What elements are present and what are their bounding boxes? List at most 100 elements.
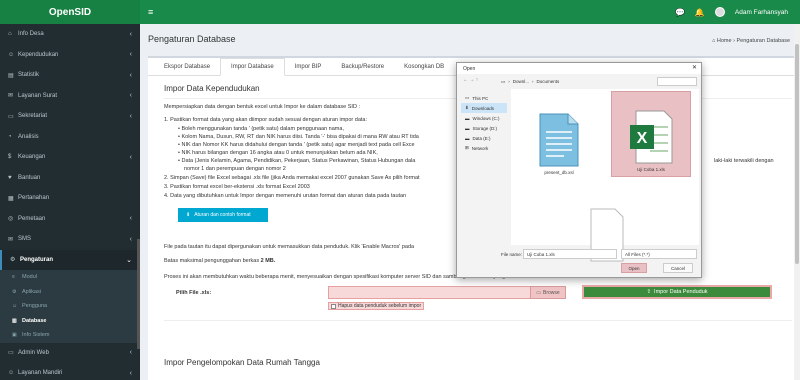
tab-backup-restore[interactable]: Backup/Restore	[331, 58, 394, 75]
breadcrumb-current: Pengaturan Database	[736, 38, 790, 44]
address-segment: ›	[508, 79, 510, 84]
gear-icon: ⚙	[10, 257, 16, 264]
file-tile-present-db[interactable]: present_db.xsl	[519, 93, 599, 179]
import-penduduk-button[interactable]: ⇪ Impor Data Penduduk	[582, 285, 772, 299]
tab-ekspor-database[interactable]: Ekspor Database	[154, 58, 220, 75]
menu-toggle-icon[interactable]: ≡	[148, 7, 153, 17]
address-segment[interactable]: Downl...	[513, 79, 529, 84]
sidebar-item-kependudukan[interactable]: ☺ Kependudukan ‹	[0, 45, 140, 66]
sidebar-item-layanan-mandiri[interactable]: ☺ Layanan Mandiri ‹	[0, 363, 140, 380]
sidebar-item-label: Bantuan	[18, 174, 41, 181]
dialog-nav-item[interactable]: ⊞ Network	[461, 143, 507, 153]
step-4-text: 4. Data yang dibutuhkan untuk Impor deng…	[164, 193, 407, 199]
step-2-text: 2. Simpan (Save) file Excel sebagai .xls…	[164, 175, 420, 181]
forward-arrow-icon[interactable]: →	[469, 77, 474, 83]
address-segment: ›	[532, 79, 534, 84]
breadcrumb-home[interactable]: Home	[717, 38, 732, 44]
delete-before-import-checkbox[interactable]: Hapus data penduduk sebelum impor	[328, 302, 425, 310]
desktop-icon: ▭	[8, 350, 14, 357]
file-path-input[interactable]	[328, 286, 534, 299]
scrollbar-thumb[interactable]	[795, 44, 799, 264]
map-icon: ▦	[8, 195, 14, 202]
file-name-input[interactable]: Uji Coba 1.xls	[523, 249, 617, 259]
sidebar-item-label: Kependudukan	[18, 51, 59, 58]
avatar[interactable]	[714, 7, 725, 17]
dialog-nav-item[interactable]: ▬ Data (E:)	[461, 133, 507, 143]
back-arrow-icon[interactable]: ←	[463, 77, 468, 83]
document-icon	[539, 113, 579, 167]
users-icon: ☺	[8, 51, 15, 58]
sidebar-item-label: Admin Web	[18, 349, 49, 356]
chart-icon: ▤	[8, 72, 14, 79]
sidebar-item-sms[interactable]: ✉ SMS ‹	[0, 229, 140, 250]
sidebar-subitem-modul[interactable]: ≡ Modul	[0, 270, 140, 285]
up-arrow-icon[interactable]: ↑	[476, 77, 479, 83]
user-name[interactable]: Adam Farhansyah	[735, 9, 788, 16]
browse-button[interactable]: ▭ Browse	[530, 286, 566, 299]
sidebar-item-keuangan[interactable]: $ Keuangan ‹	[0, 147, 140, 168]
chevron-left-icon: ‹	[129, 235, 132, 243]
address-segment[interactable]: Documents	[537, 79, 560, 84]
sidebar-item-pemetaan[interactable]: ◎ Pemetaan ‹	[0, 209, 140, 230]
dialog-nav-item[interactable]: ⬇ Downloads	[461, 103, 507, 113]
tab-impor-bip[interactable]: Impor BIP	[285, 58, 332, 75]
sidebar-item-pertanahan[interactable]: ▦ Pertanahan	[0, 188, 140, 209]
file-type-select[interactable]: All Files (*.*)	[621, 249, 697, 259]
money-icon: $	[8, 154, 12, 161]
checkbox-label: Hapus data penduduk sebelum impor	[338, 303, 422, 309]
bell-icon[interactable]: 🔔	[695, 8, 705, 17]
bullet-text: NIK harus bilangan dengan 16 angka atau …	[181, 150, 378, 156]
page-title: Pengaturan Database	[148, 34, 236, 44]
bullet-item: • NIK dan Nomor KK harus didahului denga…	[178, 142, 415, 148]
network-icon: ⊞	[465, 145, 469, 150]
bullet-text: Boleh menggunakan tanda ' (petik satu) d…	[181, 126, 344, 132]
checkbox-box[interactable]	[331, 303, 336, 309]
sidebar-item-layanan-surat[interactable]: ✉ Layanan Surat ‹	[0, 86, 140, 107]
bullet-item: • Boleh menggunakan tanda ' (petik satu)…	[178, 126, 344, 132]
bullet-text: NIK dan Nomor KK harus didahului dengan …	[181, 142, 415, 148]
tab-impor-database[interactable]: Impor Database	[220, 58, 285, 76]
sidebar-item-statistik[interactable]: ▤ Statistik ‹	[0, 65, 140, 86]
intro-text: Mempersiapkan data dengan bentuk excel u…	[164, 104, 360, 110]
sidebar-item-sekretariat[interactable]: ▭ Sekretariat ‹	[0, 106, 140, 127]
drive-icon: ▬	[465, 125, 470, 131]
drive-icon: ▬	[465, 135, 470, 141]
sidebar-submenu: ≡ Modul ⚙ Aplikasi ☺ Pengguna ▥ Database ▣ In…	[0, 270, 140, 343]
folder-icon: ▭	[501, 78, 506, 84]
cancel-button[interactable]: Cancel	[663, 263, 693, 273]
open-button[interactable]: Open	[621, 263, 647, 273]
server-icon: ▣	[12, 332, 17, 339]
sidebar-item-analisis[interactable]: ◔ Analisis	[0, 127, 140, 148]
breadcrumb: ⌂ Home › Pengaturan Database	[712, 38, 790, 44]
users-icon: ☺	[12, 303, 18, 310]
file-open-dialog: Open ✕ ← → ↑ ▭ › Downl... › Documents ▭ T…	[456, 62, 702, 278]
sidebar-subitem-info-sistem[interactable]: ▣ Info Sistem	[0, 328, 140, 343]
dialog-search-input[interactable]	[657, 77, 697, 86]
download-format-button[interactable]: ⬇ Aturan dan contoh format	[178, 208, 268, 222]
sidebar-item-admin-web[interactable]: ▭ Admin Web ‹	[0, 343, 140, 364]
dialog-address-bar[interactable]: ▭ › Downl... › Documents	[501, 77, 651, 86]
sidebar-item-info-desa[interactable]: ⌂ Info Desa ‹	[0, 24, 140, 45]
dialog-nav-item[interactable]: ▬ Windows (C:)	[461, 113, 507, 123]
file-tile-uji-coba[interactable]: X Uji Coba 1.xls	[611, 91, 691, 177]
sidebar-subitem-database[interactable]: ▥ Database	[0, 314, 140, 329]
chevron-left-icon: ‹	[129, 30, 132, 38]
sidebar-item-label: Layanan Mandiri	[18, 370, 63, 377]
dialog-nav-item[interactable]: ▭ This PC	[461, 93, 507, 103]
sidebar-subitem-label: Info Sistem	[22, 332, 50, 339]
chat-icon[interactable]: 💬	[675, 8, 685, 17]
sidebar-item-label: Pengaturan	[20, 256, 54, 263]
sidebar-item-label: Analisis	[18, 133, 39, 140]
drive-icon: ▬	[465, 115, 470, 121]
sidebar-subitem-pengguna[interactable]: ☺ Pengguna	[0, 299, 140, 314]
tab-kosongkan-db[interactable]: Kosongkan DB	[394, 58, 454, 75]
page-scrollbar[interactable]	[794, 24, 800, 380]
close-icon[interactable]: ✕	[692, 64, 697, 71]
sidebar-item-pengaturan[interactable]: ⚙ Pengaturan ⌄	[0, 249, 140, 270]
sidebar-item-bantuan[interactable]: ♥ Bantuan	[0, 168, 140, 189]
sidebar-subitem-aplikasi[interactable]: ⚙ Aplikasi	[0, 285, 140, 300]
dialog-nav-item[interactable]: ▬ Storage (D:)	[461, 123, 507, 133]
brand-logo[interactable]: OpenSID	[0, 0, 140, 24]
sidebar-item-label: Keuangan	[18, 154, 46, 161]
section-title-rumah-tangga: Impor Pengelompokan Data Rumah Tangga	[164, 358, 320, 367]
